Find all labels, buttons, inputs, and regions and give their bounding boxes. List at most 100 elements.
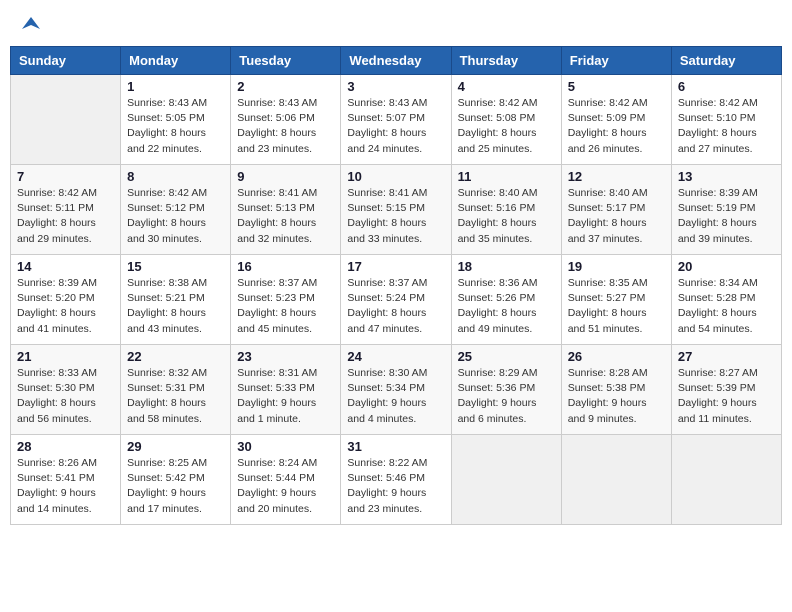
day-info: Sunrise: 8:42 AMSunset: 5:11 PMDaylight:… (17, 186, 114, 247)
day-number: 16 (237, 259, 334, 274)
calendar-cell: 19Sunrise: 8:35 AMSunset: 5:27 PMDayligh… (561, 255, 671, 345)
day-number: 2 (237, 79, 334, 94)
column-header-sunday: Sunday (11, 47, 121, 75)
calendar-cell: 24 Sunrise: 8:30 AMSunset: 5:34 PMDayligh… (341, 345, 451, 435)
day-info: Sunrise: 8:27 AMSunset: 5:39 PMDaylight:… (678, 366, 775, 427)
day-info: Sunrise: 8:41 AMSunset: 5:15 PMDaylight:… (347, 186, 444, 247)
day-number: 13 (678, 169, 775, 184)
calendar-week-4: 21 Sunrise: 8:33 AMSunset: 5:30 PMDayligh… (11, 345, 782, 435)
column-header-tuesday: Tuesday (231, 47, 341, 75)
day-number: 12 (568, 169, 665, 184)
day-info: Sunrise: 8:43 AMSunset: 5:06 PMDaylight:… (237, 96, 334, 157)
day-number: 14 (17, 259, 114, 274)
day-number: 7 (17, 169, 114, 184)
day-number: 3 (347, 79, 444, 94)
column-header-saturday: Saturday (671, 47, 781, 75)
day-number: 18 (458, 259, 555, 274)
day-info: Sunrise: 8:33 AMSunset: 5:30 PMDaylight:… (17, 366, 114, 427)
calendar-week-1: 1 Sunrise: 8:43 AMSunset: 5:05 PMDaylight… (11, 75, 782, 165)
calendar-cell: 7 Sunrise: 8:42 AMSunset: 5:11 PMDaylight… (11, 165, 121, 255)
calendar-cell: 27 Sunrise: 8:27 AMSunset: 5:39 PMDayligh… (671, 345, 781, 435)
day-info: Sunrise: 8:37 AMSunset: 5:24 PMDaylight:… (347, 276, 444, 337)
day-info: Sunrise: 8:38 AMSunset: 5:21 PMDaylight:… (127, 276, 224, 337)
day-info: Sunrise: 8:43 AMSunset: 5:05 PMDaylight:… (127, 96, 224, 157)
calendar-cell: 1 Sunrise: 8:43 AMSunset: 5:05 PMDaylight… (121, 75, 231, 165)
day-number: 20 (678, 259, 775, 274)
calendar-cell: 28 Sunrise: 8:26 AMSunset: 5:41 PMDayligh… (11, 435, 121, 525)
day-info: Sunrise: 8:30 AMSunset: 5:34 PMDaylight:… (347, 366, 444, 427)
logo-bird-icon (22, 15, 40, 33)
day-number: 22 (127, 349, 224, 364)
day-number: 27 (678, 349, 775, 364)
day-number: 11 (458, 169, 555, 184)
day-info: Sunrise: 8:26 AMSunset: 5:41 PMDaylight:… (17, 456, 114, 517)
day-number: 30 (237, 439, 334, 454)
calendar-cell: 31 Sunrise: 8:22 AMSunset: 5:46 PMDayligh… (341, 435, 451, 525)
day-number: 28 (17, 439, 114, 454)
calendar-cell: 3Sunrise: 8:43 AMSunset: 5:07 PMDaylight… (341, 75, 451, 165)
calendar-cell: 29 Sunrise: 8:25 AMSunset: 5:42 PMDayligh… (121, 435, 231, 525)
calendar-cell: 4 Sunrise: 8:42 AMSunset: 5:08 PMDaylight… (451, 75, 561, 165)
day-info: Sunrise: 8:24 AMSunset: 5:44 PMDaylight:… (237, 456, 334, 517)
column-header-friday: Friday (561, 47, 671, 75)
calendar-cell (451, 435, 561, 525)
calendar-cell: 8 Sunrise: 8:42 AMSunset: 5:12 PMDaylight… (121, 165, 231, 255)
calendar-cell: 22 Sunrise: 8:32 AMSunset: 5:31 PMDayligh… (121, 345, 231, 435)
page-header (10, 10, 782, 36)
day-info: Sunrise: 8:32 AMSunset: 5:31 PMDaylight:… (127, 366, 224, 427)
calendar-cell: 18 Sunrise: 8:36 AMSunset: 5:26 PMDayligh… (451, 255, 561, 345)
day-info: Sunrise: 8:42 AMSunset: 5:08 PMDaylight:… (458, 96, 555, 157)
calendar-header-row: SundayMondayTuesdayWednesdayThursdayFrid… (11, 47, 782, 75)
day-info: Sunrise: 8:31 AMSunset: 5:33 PMDaylight:… (237, 366, 334, 427)
day-number: 31 (347, 439, 444, 454)
calendar-cell: 12 Sunrise: 8:40 AMSunset: 5:17 PMDayligh… (561, 165, 671, 255)
day-number: 26 (568, 349, 665, 364)
calendar-week-5: 28 Sunrise: 8:26 AMSunset: 5:41 PMDayligh… (11, 435, 782, 525)
day-info: Sunrise: 8:42 AMSunset: 5:09 PMDaylight:… (568, 96, 665, 157)
calendar-cell (11, 75, 121, 165)
day-info: Sunrise: 8:25 AMSunset: 5:42 PMDaylight:… (127, 456, 224, 517)
day-info: Sunrise: 8:42 AMSunset: 5:12 PMDaylight:… (127, 186, 224, 247)
day-info: Sunrise: 8:35 AMSunset: 5:27 PMDaylight:… (568, 276, 665, 337)
day-number: 24 (347, 349, 444, 364)
column-header-thursday: Thursday (451, 47, 561, 75)
day-info: Sunrise: 8:22 AMSunset: 5:46 PMDaylight:… (347, 456, 444, 517)
calendar-cell: 21 Sunrise: 8:33 AMSunset: 5:30 PMDayligh… (11, 345, 121, 435)
calendar-cell (561, 435, 671, 525)
day-number: 15 (127, 259, 224, 274)
day-number: 8 (127, 169, 224, 184)
calendar-cell: 11 Sunrise: 8:40 AMSunset: 5:16 PMDayligh… (451, 165, 561, 255)
day-number: 4 (458, 79, 555, 94)
calendar-cell: 26 Sunrise: 8:28 AMSunset: 5:38 PMDayligh… (561, 345, 671, 435)
day-number: 6 (678, 79, 775, 94)
day-number: 1 (127, 79, 224, 94)
day-number: 5 (568, 79, 665, 94)
day-info: Sunrise: 8:40 AMSunset: 5:17 PMDaylight:… (568, 186, 665, 247)
calendar-cell: 6 Sunrise: 8:42 AMSunset: 5:10 PMDaylight… (671, 75, 781, 165)
calendar-cell: 9Sunrise: 8:41 AMSunset: 5:13 PMDaylight… (231, 165, 341, 255)
day-info: Sunrise: 8:40 AMSunset: 5:16 PMDaylight:… (458, 186, 555, 247)
calendar-cell (671, 435, 781, 525)
calendar-table: SundayMondayTuesdayWednesdayThursdayFrid… (10, 46, 782, 525)
day-number: 29 (127, 439, 224, 454)
day-info: Sunrise: 8:28 AMSunset: 5:38 PMDaylight:… (568, 366, 665, 427)
day-number: 23 (237, 349, 334, 364)
calendar-cell: 23 Sunrise: 8:31 AMSunset: 5:33 PMDayligh… (231, 345, 341, 435)
calendar-cell: 17Sunrise: 8:37 AMSunset: 5:24 PMDayligh… (341, 255, 451, 345)
day-info: Sunrise: 8:39 AMSunset: 5:20 PMDaylight:… (17, 276, 114, 337)
column-header-wednesday: Wednesday (341, 47, 451, 75)
day-number: 9 (237, 169, 334, 184)
calendar-week-3: 14 Sunrise: 8:39 AMSunset: 5:20 PMDayligh… (11, 255, 782, 345)
calendar-cell: 16Sunrise: 8:37 AMSunset: 5:23 PMDayligh… (231, 255, 341, 345)
logo (20, 15, 40, 31)
calendar-cell: 25Sunrise: 8:29 AMSunset: 5:36 PMDayligh… (451, 345, 561, 435)
day-number: 10 (347, 169, 444, 184)
calendar-cell: 15 Sunrise: 8:38 AMSunset: 5:21 PMDayligh… (121, 255, 231, 345)
calendar-cell: 10 Sunrise: 8:41 AMSunset: 5:15 PMDayligh… (341, 165, 451, 255)
day-number: 25 (458, 349, 555, 364)
day-info: Sunrise: 8:36 AMSunset: 5:26 PMDaylight:… (458, 276, 555, 337)
day-number: 21 (17, 349, 114, 364)
day-info: Sunrise: 8:42 AMSunset: 5:10 PMDaylight:… (678, 96, 775, 157)
calendar-cell: 5 Sunrise: 8:42 AMSunset: 5:09 PMDaylight… (561, 75, 671, 165)
calendar-cell: 30 Sunrise: 8:24 AMSunset: 5:44 PMDayligh… (231, 435, 341, 525)
